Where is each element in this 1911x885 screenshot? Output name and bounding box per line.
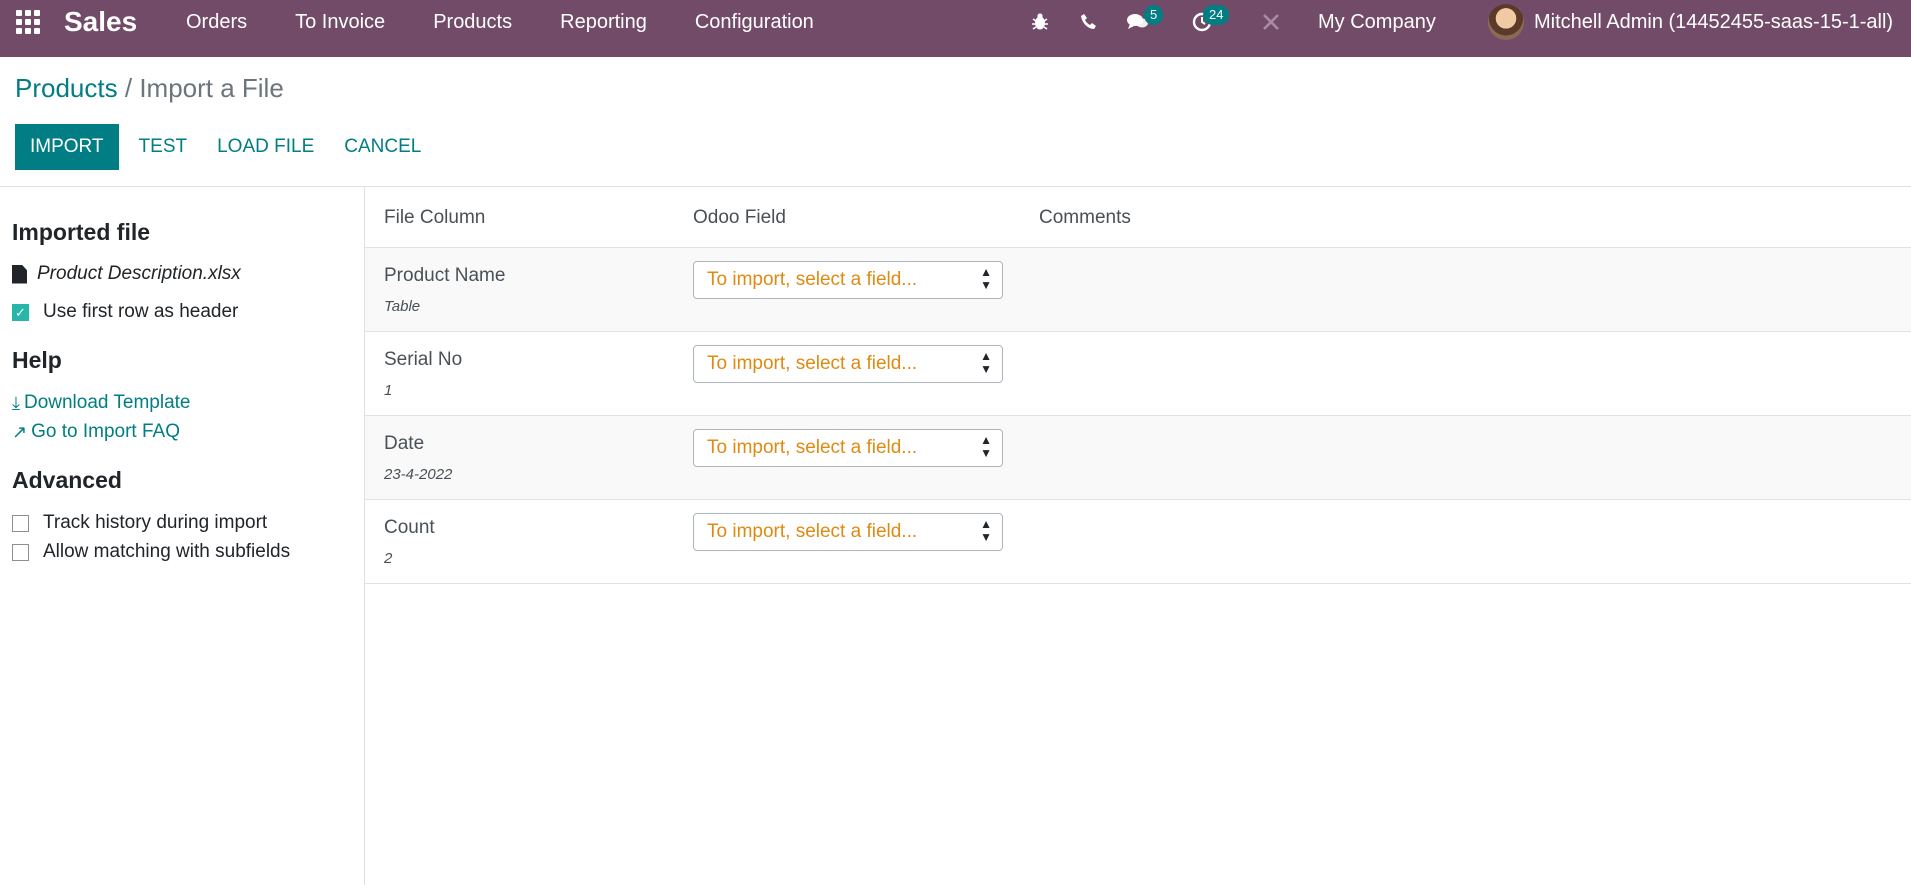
column-sample: 1 <box>384 382 393 399</box>
allow-matching-label: Allow matching with subfields <box>43 541 291 562</box>
odoo-field-select[interactable]: To import, select a field... ▲ ▼ <box>693 261 1003 299</box>
file-icon <box>12 264 27 284</box>
help-heading: Help <box>12 347 62 373</box>
odoo-field-select[interactable]: To import, select a field... ▲ ▼ <box>693 513 1003 551</box>
menu-orders[interactable]: Orders <box>186 11 247 34</box>
odoo-field-select[interactable]: To import, select a field... ▲ ▼ <box>693 429 1003 467</box>
advanced-heading: Advanced <box>12 467 122 493</box>
track-history-checkbox[interactable] <box>12 514 29 532</box>
first-row-header-checkbox[interactable]: ✓ <box>12 303 29 321</box>
column-name: Count <box>384 517 435 538</box>
select-arrows-icon: ▲ ▼ <box>980 349 992 376</box>
import-options-sidebar: Imported file Product Description.xlsx ✓… <box>0 187 365 885</box>
select-placeholder: To import, select a field... <box>707 269 918 290</box>
column-sample: 23-4-2022 <box>384 466 453 483</box>
first-row-header-option[interactable]: ✓ Use first row as header <box>12 301 238 323</box>
import-button[interactable]: Import <box>15 124 119 170</box>
column-sample: 2 <box>384 550 393 567</box>
allow-matching-checkbox[interactable] <box>12 543 29 561</box>
company-switcher[interactable]: My Company <box>1318 0 1436 44</box>
apps-menu-icon[interactable] <box>14 0 42 44</box>
page-title: Import a File <box>139 73 284 103</box>
table-row: Date 23-4-2022 To import, select a field… <box>365 416 1911 500</box>
select-placeholder: To import, select a field... <box>707 521 918 542</box>
messages-badge: 5 <box>1144 5 1164 25</box>
debug-bug-icon[interactable] <box>1025 0 1055 44</box>
first-row-header-label: Use first row as header <box>43 301 239 322</box>
track-history-option[interactable]: Track history during import <box>12 512 267 534</box>
select-arrows-icon: ▲ ▼ <box>980 517 992 544</box>
header-comments: Comments <box>1039 207 1131 228</box>
column-name: Serial No <box>384 349 463 370</box>
breadcrumb: Products / Import a File <box>15 73 284 104</box>
odoo-field-select[interactable]: To import, select a field... ▲ ▼ <box>693 345 1003 383</box>
column-name: Product Name <box>384 265 506 286</box>
table-header: File Column Odoo Field Comments <box>365 187 1911 248</box>
user-menu[interactable]: Mitchell Admin (14452455-saas-15-1-all) <box>1488 0 1893 44</box>
imported-file-heading: Imported file <box>12 219 151 245</box>
download-template-label: Download Template <box>23 392 191 413</box>
track-history-label: Track history during import <box>43 512 268 533</box>
avatar <box>1488 4 1524 40</box>
imported-file-row: Product Description.xlsx <box>12 263 241 285</box>
phone-icon[interactable] <box>1074 0 1104 44</box>
allow-matching-option[interactable]: Allow matching with subfields <box>12 541 290 563</box>
menu-to-invoice[interactable]: To Invoice <box>295 11 385 34</box>
tools-icon[interactable] <box>1256 0 1286 44</box>
breadcrumb-products[interactable]: Products <box>15 73 118 103</box>
table-row: Count 2 To import, select a field... ▲ ▼ <box>365 500 1911 584</box>
header-odoo-field: Odoo Field <box>693 207 786 228</box>
activities-badge: 24 <box>1203 5 1230 25</box>
test-button[interactable]: Test <box>124 124 203 170</box>
menu-products[interactable]: Products <box>433 11 512 34</box>
menu-configuration[interactable]: Configuration <box>695 11 814 34</box>
select-arrows-icon: ▲ ▼ <box>980 433 992 460</box>
import-faq-link[interactable]: ↗ Go to Import FAQ <box>12 421 180 443</box>
load-file-button[interactable]: Load File <box>202 124 329 170</box>
download-icon: ⤓ <box>12 392 20 413</box>
file-name: Product Description.xlsx <box>37 263 241 284</box>
import-faq-label: Go to Import FAQ <box>31 421 180 442</box>
table-row: Product Name Table To import, select a f… <box>365 248 1911 332</box>
field-mapping-table: File Column Odoo Field Comments Product … <box>365 187 1911 885</box>
column-name: Date <box>384 433 425 454</box>
top-navbar: Sales Orders To Invoice Products Reporti… <box>0 0 1911 57</box>
select-placeholder: To import, select a field... <box>707 353 918 374</box>
select-arrows-icon: ▲ ▼ <box>980 265 992 292</box>
header-file-column: File Column <box>384 207 486 228</box>
download-template-link[interactable]: ⤓ Download Template <box>12 392 191 414</box>
table-row: Serial No 1 To import, select a field...… <box>365 332 1911 416</box>
column-sample: Table <box>384 298 421 315</box>
import-toolbar: Import Test Load File Cancel <box>15 124 436 170</box>
app-name[interactable]: Sales <box>64 0 137 44</box>
cancel-button[interactable]: Cancel <box>329 124 436 170</box>
user-name: Mitchell Admin (14452455-saas-15-1-all) <box>1534 10 1894 33</box>
external-link-icon: ↗ <box>12 421 28 442</box>
menu-reporting[interactable]: Reporting <box>560 11 647 34</box>
main-menu: Orders To Invoice Products Reporting Con… <box>186 0 862 44</box>
breadcrumb-separator: / <box>124 73 133 103</box>
select-placeholder: To import, select a field... <box>707 437 918 458</box>
